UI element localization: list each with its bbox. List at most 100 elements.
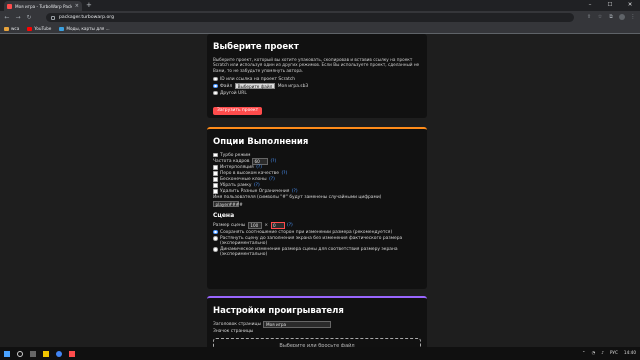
browser-toolbar: ← → ↻ packager.turbowarp.org ⇪ ☆ ⧉ ⋮ <box>0 11 640 24</box>
section-title: Выберите проект <box>213 42 299 52</box>
back-icon[interactable]: ← <box>4 14 10 21</box>
project-section: Выберите проект Выберите проект, который… <box>207 34 427 118</box>
url-text: packager.turbowarp.org <box>59 15 115 20</box>
framerate-input[interactable]: 60 <box>251 158 268 165</box>
youtube-icon <box>27 26 33 31</box>
help-link[interactable]: (?) <box>256 165 262 170</box>
lock-icon <box>51 15 55 20</box>
stage-width-input[interactable]: 100 <box>247 222 262 229</box>
help-link[interactable]: (?) <box>269 177 275 182</box>
folder-icon <box>4 26 9 31</box>
stage-size-label: Размер сцены <box>213 222 246 228</box>
username-label: Имя пользователя (символы "#" будут заме… <box>213 195 382 200</box>
bookmarks-bar: wca YouTube Моды, карты для ... <box>0 24 640 34</box>
site-icon <box>59 26 65 31</box>
help-link[interactable]: (?) <box>281 171 287 176</box>
username-input[interactable]: player#### <box>213 200 243 208</box>
section-title: Опции Выполнения <box>213 137 309 147</box>
help-link[interactable]: (?) <box>254 183 260 188</box>
checkbox-remove-limits[interactable] <box>213 189 218 194</box>
page-title-input[interactable]: Моя игра <box>263 321 332 328</box>
bookmark-item[interactable]: YouTube <box>27 26 51 31</box>
checkbox-hq-pen[interactable] <box>213 171 218 176</box>
radio-label: Динамическое изменение размера сцены для… <box>220 247 398 257</box>
forward-icon[interactable]: → <box>15 14 21 21</box>
clock[interactable]: 14:40 <box>624 350 636 355</box>
radio-keep-aspect[interactable] <box>213 229 218 235</box>
radio-file[interactable] <box>213 83 218 89</box>
radio-label: Сохранять соотношение сторон при изменен… <box>220 229 393 235</box>
radio-project-id[interactable] <box>213 76 218 82</box>
section-description: Выберите проект, который вы хотите упако… <box>213 57 420 73</box>
windows-start-icon[interactable] <box>4 350 10 357</box>
checkbox-infinite-clones[interactable] <box>213 177 218 182</box>
choose-file-button[interactable]: Выберите файл <box>234 82 276 90</box>
reload-icon[interactable]: ↻ <box>26 14 32 21</box>
language-indicator[interactable]: РУС <box>610 350 618 355</box>
share-icon[interactable]: ⇪ <box>586 14 592 20</box>
checkbox-remove-fencing[interactable] <box>213 183 218 188</box>
chrome-icon[interactable] <box>56 350 62 357</box>
page-title-label: Заголовок страницы <box>213 322 261 327</box>
radio-label: ID или ссылка на проект Scratch <box>220 76 296 82</box>
browser-tab[interactable]: Моя игра - TurboWarp Packager × <box>4 1 82 11</box>
radio-dynamic-resize[interactable] <box>213 247 218 252</box>
search-icon[interactable] <box>17 350 23 357</box>
tab-strip: Моя игра - TurboWarp Packager × + – ☐ ✕ <box>0 0 640 11</box>
menu-icon[interactable]: ⋮ <box>630 14 636 20</box>
option-label: Удалить Разные Ограничения <box>220 189 290 194</box>
close-window-icon[interactable]: ✕ <box>620 0 640 11</box>
runtime-options-section: Опции Выполнения Турбо режим Частота кад… <box>207 127 427 289</box>
file-explorer-icon[interactable] <box>43 350 49 357</box>
extensions-icon[interactable]: ⧉ <box>608 14 614 20</box>
taskbar: ⌃ ◔ ♪ РУС 14:40 <box>0 347 640 360</box>
bookmark-label: YouTube <box>34 26 52 31</box>
address-bar[interactable]: packager.turbowarp.org <box>46 13 574 22</box>
page-content[interactable]: Выберите проект Выберите проект, который… <box>0 34 640 347</box>
option-label: Убрать рамку <box>220 183 252 188</box>
times-sign: × <box>264 222 268 228</box>
help-link[interactable]: (?) <box>287 223 293 228</box>
tab-title: Моя игра - TurboWarp Packager <box>15 3 72 9</box>
page-icon-label: Значок страницы <box>213 328 254 334</box>
load-project-button[interactable]: Загрузить проект <box>213 106 263 115</box>
network-icon[interactable]: ◔ <box>592 350 596 355</box>
bookmark-item[interactable]: Моды, карты для ... <box>59 26 110 31</box>
radio-label: Растянуть сцену до заполнения экрана без… <box>220 236 403 246</box>
window-controls: – ☐ ✕ <box>580 0 640 11</box>
maximize-icon[interactable]: ☐ <box>600 0 620 11</box>
bookmark-label: wca <box>11 26 20 31</box>
checkbox-interpolation[interactable] <box>213 165 218 170</box>
app-icon[interactable] <box>69 350 75 357</box>
player-settings-section: Настройки проигрывателя Заголовок страни… <box>207 296 427 347</box>
task-view-icon[interactable] <box>30 350 36 357</box>
turbowarp-favicon-icon <box>7 3 12 9</box>
profile-avatar[interactable] <box>619 14 625 20</box>
radio-label: Другой URL <box>220 90 247 96</box>
close-tab-icon[interactable]: × <box>75 3 79 9</box>
option-label: Турбо режим <box>220 152 251 158</box>
volume-icon[interactable]: ♪ <box>601 350 604 355</box>
help-link[interactable]: (?) <box>270 159 276 164</box>
new-tab-icon[interactable]: + <box>86 1 92 10</box>
option-label: Интерполяция <box>220 165 254 170</box>
file-name: Моя игра.sb3 <box>277 83 309 89</box>
radio-other-url[interactable] <box>213 90 218 96</box>
section-title: Настройки проигрывателя <box>213 306 344 316</box>
minimize-icon[interactable]: – <box>580 0 600 11</box>
tray-arrow-icon[interactable]: ⌃ <box>582 350 586 355</box>
bookmark-item[interactable]: wca <box>4 26 19 31</box>
bookmark-label: Моды, карты для ... <box>66 26 110 31</box>
stage-title: Сцена <box>213 211 235 219</box>
stage-height-input[interactable]: 0 <box>270 222 285 229</box>
icon-drop-zone[interactable]: Выберите или бросьте файл <box>213 338 421 347</box>
help-link[interactable]: (?) <box>292 189 298 194</box>
option-label: Бесконечные клоны <box>220 177 267 182</box>
system-tray: ⌃ ◔ ♪ РУС 14:40 <box>582 350 636 355</box>
framerate-label: Частота кадров <box>213 158 250 164</box>
option-label: Перо в высоком качестве <box>220 171 279 176</box>
radio-stretch[interactable] <box>213 236 218 241</box>
bookmark-star-icon[interactable]: ☆ <box>597 14 603 20</box>
checkbox-turbo[interactable] <box>213 152 218 158</box>
radio-label: Файл <box>220 83 233 89</box>
